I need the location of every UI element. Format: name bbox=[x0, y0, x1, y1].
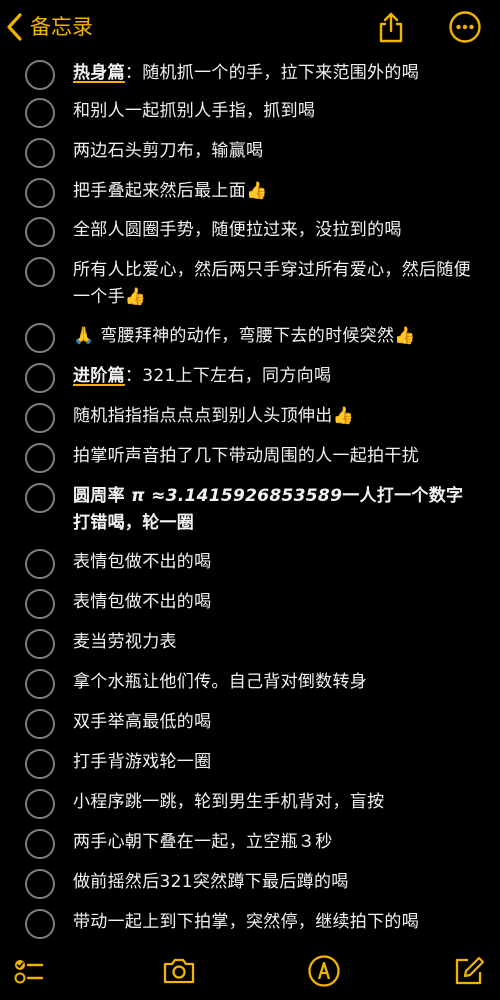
checkbox[interactable] bbox=[25, 443, 55, 473]
markup-icon[interactable] bbox=[307, 954, 341, 988]
item-text[interactable]: 做前摇然后321突然蹲下最后蹲的喝 bbox=[73, 869, 473, 896]
section-label: 热身篇 bbox=[73, 63, 125, 83]
item-text[interactable]: 热身篇：随机抓一个的手，拉下来范围外的喝 bbox=[73, 60, 473, 87]
item-text[interactable]: 表情包做不出的喝 bbox=[73, 589, 473, 616]
item-text[interactable]: 🙏 弯腰拜神的动作，弯腰下去的时候突然👍 bbox=[73, 323, 473, 350]
pray-icon: 🙏 bbox=[73, 326, 95, 346]
item-text[interactable]: 全部人圆圈手势，随便拉过来，没拉到的喝 bbox=[73, 217, 473, 244]
checkbox[interactable] bbox=[25, 217, 55, 247]
checkbox[interactable] bbox=[25, 323, 55, 353]
back-button[interactable]: 备忘录 bbox=[4, 12, 93, 42]
navigation-bar: 备忘录 bbox=[0, 0, 500, 56]
checkbox[interactable] bbox=[25, 363, 55, 393]
chevron-left-icon bbox=[7, 13, 22, 41]
item-text[interactable]: 打手背游戏轮一圈 bbox=[73, 749, 473, 776]
checkbox[interactable] bbox=[25, 589, 55, 619]
item-text[interactable]: 两边石头剪刀布，输赢喝 bbox=[73, 138, 473, 165]
item-text[interactable]: 圆周率 π ≈3.1415926853589一人打一个数字打错喝，轮一圈 bbox=[73, 483, 473, 537]
checkbox[interactable] bbox=[25, 138, 55, 168]
item-text[interactable]: 带动一起上到下拍掌，突然停，继续拍下的喝 bbox=[73, 909, 473, 936]
item-text[interactable]: 两手心朝下叠在一起，立空瓶３秒 bbox=[73, 829, 473, 856]
item-text[interactable]: 和别人一起抓别人手指，抓到喝 bbox=[73, 98, 473, 125]
back-label: 备忘录 bbox=[30, 15, 93, 39]
item-text[interactable]: 双手举高最低的喝 bbox=[73, 709, 473, 736]
more-options-icon[interactable] bbox=[448, 10, 482, 44]
checklist-icon[interactable] bbox=[12, 954, 46, 988]
item-text[interactable]: 拿个水瓶让他们传。自己背对倒数转身 bbox=[73, 669, 473, 696]
item-text[interactable]: 小程序跳一跳，轮到男生手机背对，盲按 bbox=[73, 789, 473, 816]
checkbox[interactable] bbox=[25, 869, 55, 899]
checkbox[interactable] bbox=[25, 829, 55, 859]
section-label: 进阶篇 bbox=[73, 366, 125, 386]
thumbs-up-icon: 👍 bbox=[332, 406, 354, 426]
checkbox[interactable] bbox=[25, 178, 55, 208]
checkbox[interactable] bbox=[25, 257, 55, 287]
checkbox[interactable] bbox=[25, 60, 55, 90]
bottom-toolbar bbox=[0, 946, 500, 1000]
checkbox[interactable] bbox=[25, 98, 55, 128]
camera-icon[interactable] bbox=[162, 954, 196, 988]
checkbox[interactable] bbox=[25, 709, 55, 739]
checkbox[interactable] bbox=[25, 403, 55, 433]
item-text[interactable]: 表情包做不出的喝 bbox=[73, 549, 473, 576]
compose-icon[interactable] bbox=[452, 954, 486, 988]
item-text[interactable]: 所有人比爱心，然后两只手穿过所有爱心，然后随便一个手👍 bbox=[73, 257, 473, 311]
item-text[interactable]: 把手叠起来然后最上面👍 bbox=[73, 178, 473, 205]
item-text[interactable]: 拍掌听声音拍了几下带动周围的人一起拍干扰 bbox=[73, 443, 473, 470]
share-icon[interactable] bbox=[374, 10, 408, 44]
thumbs-up-icon: 👍 bbox=[246, 181, 268, 201]
checkbox[interactable] bbox=[25, 669, 55, 699]
checkbox[interactable] bbox=[25, 483, 55, 513]
item-text[interactable]: 进阶篇：321上下左右，同方向喝 bbox=[73, 363, 473, 390]
checkbox[interactable] bbox=[25, 749, 55, 779]
checkbox[interactable] bbox=[25, 909, 55, 939]
thumbs-up-icon: 👍 bbox=[394, 326, 416, 346]
checkbox[interactable] bbox=[25, 629, 55, 659]
checkbox[interactable] bbox=[25, 789, 55, 819]
thumbs-up-icon: 👍 bbox=[124, 287, 147, 307]
item-text[interactable]: 随机指指指点点点到别人头顶伸出👍 bbox=[73, 403, 473, 430]
item-text[interactable]: 麦当劳视力表 bbox=[73, 629, 473, 656]
checkbox[interactable] bbox=[25, 549, 55, 579]
